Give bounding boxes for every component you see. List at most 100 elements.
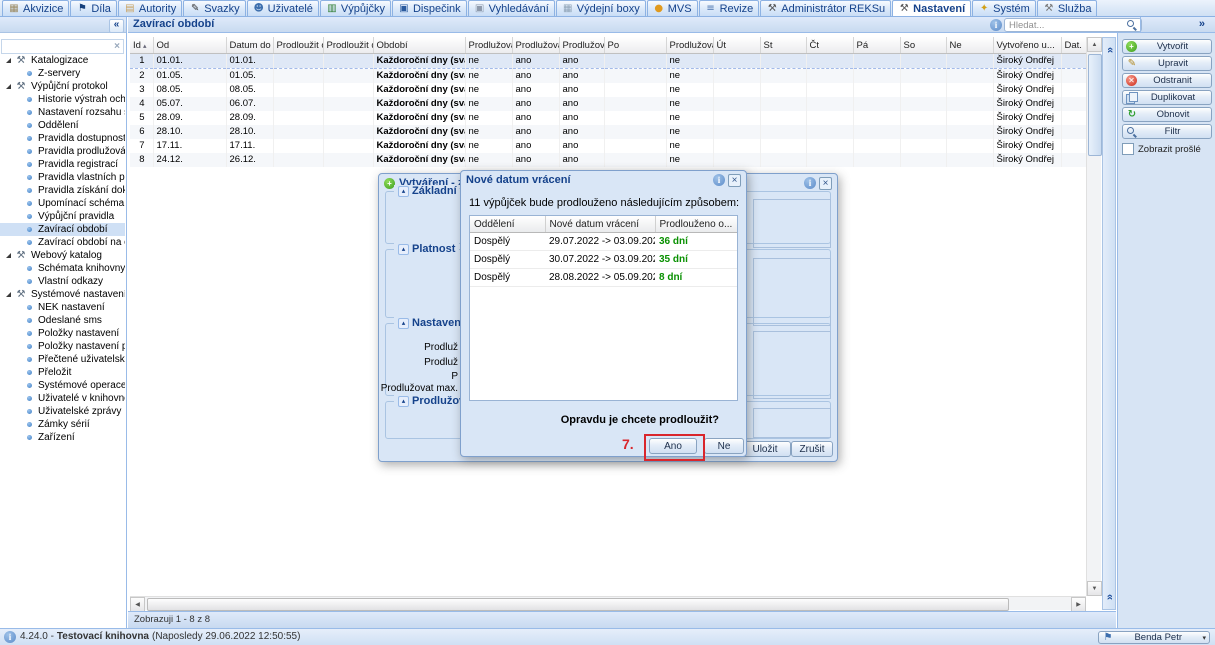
tree-item-z-servery[interactable]: Z-servery bbox=[0, 67, 125, 80]
tree-item-systemove-nastaveni[interactable]: ⚒Systémové nastavení bbox=[0, 288, 125, 301]
expand-panel-icon[interactable]: » bbox=[1199, 18, 1205, 30]
column-header-15-so[interactable]: So bbox=[900, 37, 946, 54]
tree-item-zaviraci-obdobi-na-oddeleni[interactable]: Zavírací období na oddělení bbox=[0, 236, 125, 249]
column-header-18-dat[interactable]: Dat. bbox=[1061, 37, 1086, 54]
column-header-13-ct[interactable]: Čt bbox=[806, 37, 853, 54]
column-header-8-prodluzovat[interactable]: Prodlužovat ... bbox=[559, 37, 604, 54]
table-row[interactable]: 717.11.17.11.Každoroční dny (svátky)nean… bbox=[130, 139, 1086, 153]
preview-row[interactable]: Dospělý30.07.2022 -> 03.09.202235 dní bbox=[470, 251, 737, 269]
column-header-12-st[interactable]: St bbox=[760, 37, 806, 54]
horizontal-scrollbar[interactable]: ◀ ▶ bbox=[130, 596, 1086, 610]
preview-row[interactable]: Dospělý29.07.2022 -> 03.09.202236 dní bbox=[470, 233, 737, 251]
tab-administrator-reksu[interactable]: ⚒Administrátor REKSu bbox=[760, 0, 891, 16]
tab-dispecink[interactable]: ▣Dispečink bbox=[392, 0, 467, 16]
table-row[interactable]: 824.12.26.12.Každoroční dny (svátky)nean… bbox=[130, 153, 1086, 167]
column-header-2-datum-do[interactable]: Datum do bbox=[226, 37, 273, 54]
column-header-9-po[interactable]: Po bbox=[604, 37, 666, 54]
field-box-1[interactable] bbox=[753, 258, 831, 326]
tree-item-zamky-serii[interactable]: Zámky sérií bbox=[0, 418, 125, 431]
dialog-titlebar[interactable]: Nové datum vrácení i × bbox=[461, 171, 746, 189]
tree-item-vypujcni-pravidla[interactable]: Výpůjční pravidla bbox=[0, 210, 125, 223]
column-header-4-prodlouzit-do[interactable]: Prodloužit do bbox=[323, 37, 373, 54]
table-row[interactable]: 628.10.28.10.Každoroční dny (svátky)nean… bbox=[130, 125, 1086, 139]
scroll-left-icon[interactable]: ◀ bbox=[130, 597, 145, 612]
collapse-section-icon[interactable]: ▴ bbox=[398, 244, 409, 255]
tree-item-pravidla-ziskani-dokumentu[interactable]: Pravidla získání dokumentu bbox=[0, 184, 125, 197]
action-upravit[interactable]: ✎Upravit bbox=[1122, 56, 1212, 71]
cancel-button[interactable]: Zrušit bbox=[791, 441, 833, 457]
table-row[interactable]: 101.01.01.01.Každoroční dny (svátky)nean… bbox=[130, 54, 1086, 69]
tree-item-pravidla-vlastnich-poplatku[interactable]: Pravidla vlastních poplatků bbox=[0, 171, 125, 184]
column-header-3-prodlouzit-od[interactable]: Prodloužit od bbox=[273, 37, 323, 54]
tree-item-pravidla-prodluzovani[interactable]: Pravidla prodlužování bbox=[0, 145, 125, 158]
tree-item-vypujcni-protokol[interactable]: ⚒Výpůjční protokol bbox=[0, 80, 125, 93]
search-icon[interactable] bbox=[1126, 19, 1137, 30]
tree-item-webovy-katalog[interactable]: ⚒Webový katalog bbox=[0, 249, 125, 262]
table-row[interactable]: 528.09.28.09.Každoroční dny (svátky)nean… bbox=[130, 111, 1086, 125]
column-header-oddeleni[interactable]: Oddělení bbox=[470, 216, 545, 233]
tab-nastaveni[interactable]: ⚒Nastavení bbox=[892, 0, 971, 16]
tree-item-polozky-nastaveni-pro-zarizeni[interactable]: Položky nastavení pro zařízení bbox=[0, 340, 125, 353]
table-row[interactable]: 405.07.06.07.Každoroční dny (svátky)nean… bbox=[130, 97, 1086, 111]
tab-revize[interactable]: ≡Revize bbox=[699, 0, 760, 16]
tree-item-vlastni-odkazy[interactable]: Vlastní odkazy bbox=[0, 275, 125, 288]
tree-item-zarizeni[interactable]: Zařízení bbox=[0, 431, 125, 444]
column-header-14-pa[interactable]: Pá bbox=[853, 37, 900, 54]
horizontal-scroll-thumb[interactable] bbox=[147, 598, 1009, 611]
collapse-section-icon[interactable]: ▴ bbox=[398, 186, 409, 197]
vertical-scroll-thumb[interactable] bbox=[1088, 54, 1102, 156]
help-icon[interactable]: i bbox=[713, 174, 725, 186]
collapse-down-icon[interactable]: » bbox=[1104, 591, 1116, 603]
field-box-2[interactable] bbox=[753, 331, 831, 399]
tab-vydejni-boxy[interactable]: ▦Výdejní boxy bbox=[556, 0, 646, 16]
close-icon[interactable]: × bbox=[728, 174, 741, 187]
info-icon[interactable]: i bbox=[4, 631, 16, 643]
action-obnovit[interactable]: ↻Obnovit bbox=[1122, 107, 1212, 122]
help-icon[interactable]: i bbox=[804, 177, 816, 189]
column-header-10-prodluzovat[interactable]: Prodlužovat ... bbox=[666, 37, 713, 54]
column-header-5-obdobi[interactable]: Období bbox=[373, 37, 465, 54]
tree-item-systemove-operace[interactable]: Systémové operace bbox=[0, 379, 125, 392]
action-odstranit[interactable]: ✕Odstranit bbox=[1122, 73, 1212, 88]
tree-item-oddeleni[interactable]: Oddělení bbox=[0, 119, 125, 132]
tree-item-polozky-nastaveni[interactable]: Položky nastavení bbox=[0, 327, 125, 340]
tab-akvizice[interactable]: ▦Akvizice bbox=[2, 0, 69, 16]
table-row[interactable]: 308.05.08.05.Každoroční dny (svátky)nean… bbox=[130, 83, 1086, 97]
clear-filter-icon[interactable]: × bbox=[114, 41, 120, 52]
panel-collapse-strip[interactable]: « » bbox=[1102, 37, 1116, 610]
column-header-6-prodluzovat[interactable]: Prodlužovat ... bbox=[465, 37, 512, 54]
column-header-7-prodluzovat[interactable]: Prodlužovat ... bbox=[512, 37, 559, 54]
column-header-17-vytvoreno-u[interactable]: Vytvořeno u... bbox=[993, 37, 1061, 54]
yes-button[interactable]: Ano bbox=[649, 438, 697, 454]
column-header-11-ut[interactable]: Út bbox=[713, 37, 760, 54]
column-header-1-od[interactable]: Od bbox=[153, 37, 226, 54]
tree-item-nek-nastaveni[interactable]: NEK nastavení bbox=[0, 301, 125, 314]
vertical-scrollbar[interactable]: ▲ ▼ bbox=[1086, 37, 1101, 596]
tab-vypujcky[interactable]: ▥Výpůjčky bbox=[320, 0, 391, 16]
tab-autority[interactable]: ▤Autority bbox=[118, 0, 182, 16]
table-row[interactable]: 201.05.01.05.Každoroční dny (svátky)nean… bbox=[130, 69, 1086, 84]
tab-vyhledavani[interactable]: ▣Vyhledávání bbox=[468, 0, 555, 16]
collapse-section-icon[interactable]: ▴ bbox=[398, 396, 409, 407]
scroll-right-icon[interactable]: ▶ bbox=[1071, 597, 1086, 612]
column-header-0-id[interactable]: Id▴ bbox=[130, 37, 153, 54]
tab-uzivatele[interactable]: ☻Uživatelé bbox=[247, 0, 319, 16]
close-icon[interactable]: × bbox=[819, 177, 832, 190]
field-box-3[interactable] bbox=[753, 408, 831, 438]
search-input[interactable] bbox=[1004, 18, 1142, 32]
action-vytvorit[interactable]: +Vytvořit bbox=[1122, 39, 1212, 54]
tree-item-upominaci-schema[interactable]: Upomínací schéma bbox=[0, 197, 125, 210]
tree-item-prelozit[interactable]: Přeložit bbox=[0, 366, 125, 379]
collapse-up-icon[interactable]: « bbox=[1104, 44, 1116, 56]
preview-row[interactable]: Dospělý28.08.2022 -> 05.09.20228 dní bbox=[470, 269, 737, 287]
tree-item-uzivatelske-zpravy[interactable]: Uživatelské zprávy bbox=[0, 405, 125, 418]
tree-item-odeslane-sms[interactable]: Odeslané sms bbox=[0, 314, 125, 327]
tab-sluzba[interactable]: ⚒Služba bbox=[1037, 0, 1098, 16]
tree-filter-input[interactable]: × bbox=[1, 39, 124, 54]
tree-item-historie-vystrah-ochranych-bra[interactable]: Historie výstrah ochraných bra bbox=[0, 93, 125, 106]
tab-svazky[interactable]: ✎Svazky bbox=[183, 0, 245, 16]
column-header-16-ne[interactable]: Ne bbox=[946, 37, 993, 54]
column-header-prodlouzeno-o[interactable]: Prodlouženo o... bbox=[655, 216, 737, 233]
tab-dila[interactable]: ⚑Díla bbox=[70, 0, 117, 16]
info-icon[interactable]: i bbox=[990, 19, 1002, 31]
